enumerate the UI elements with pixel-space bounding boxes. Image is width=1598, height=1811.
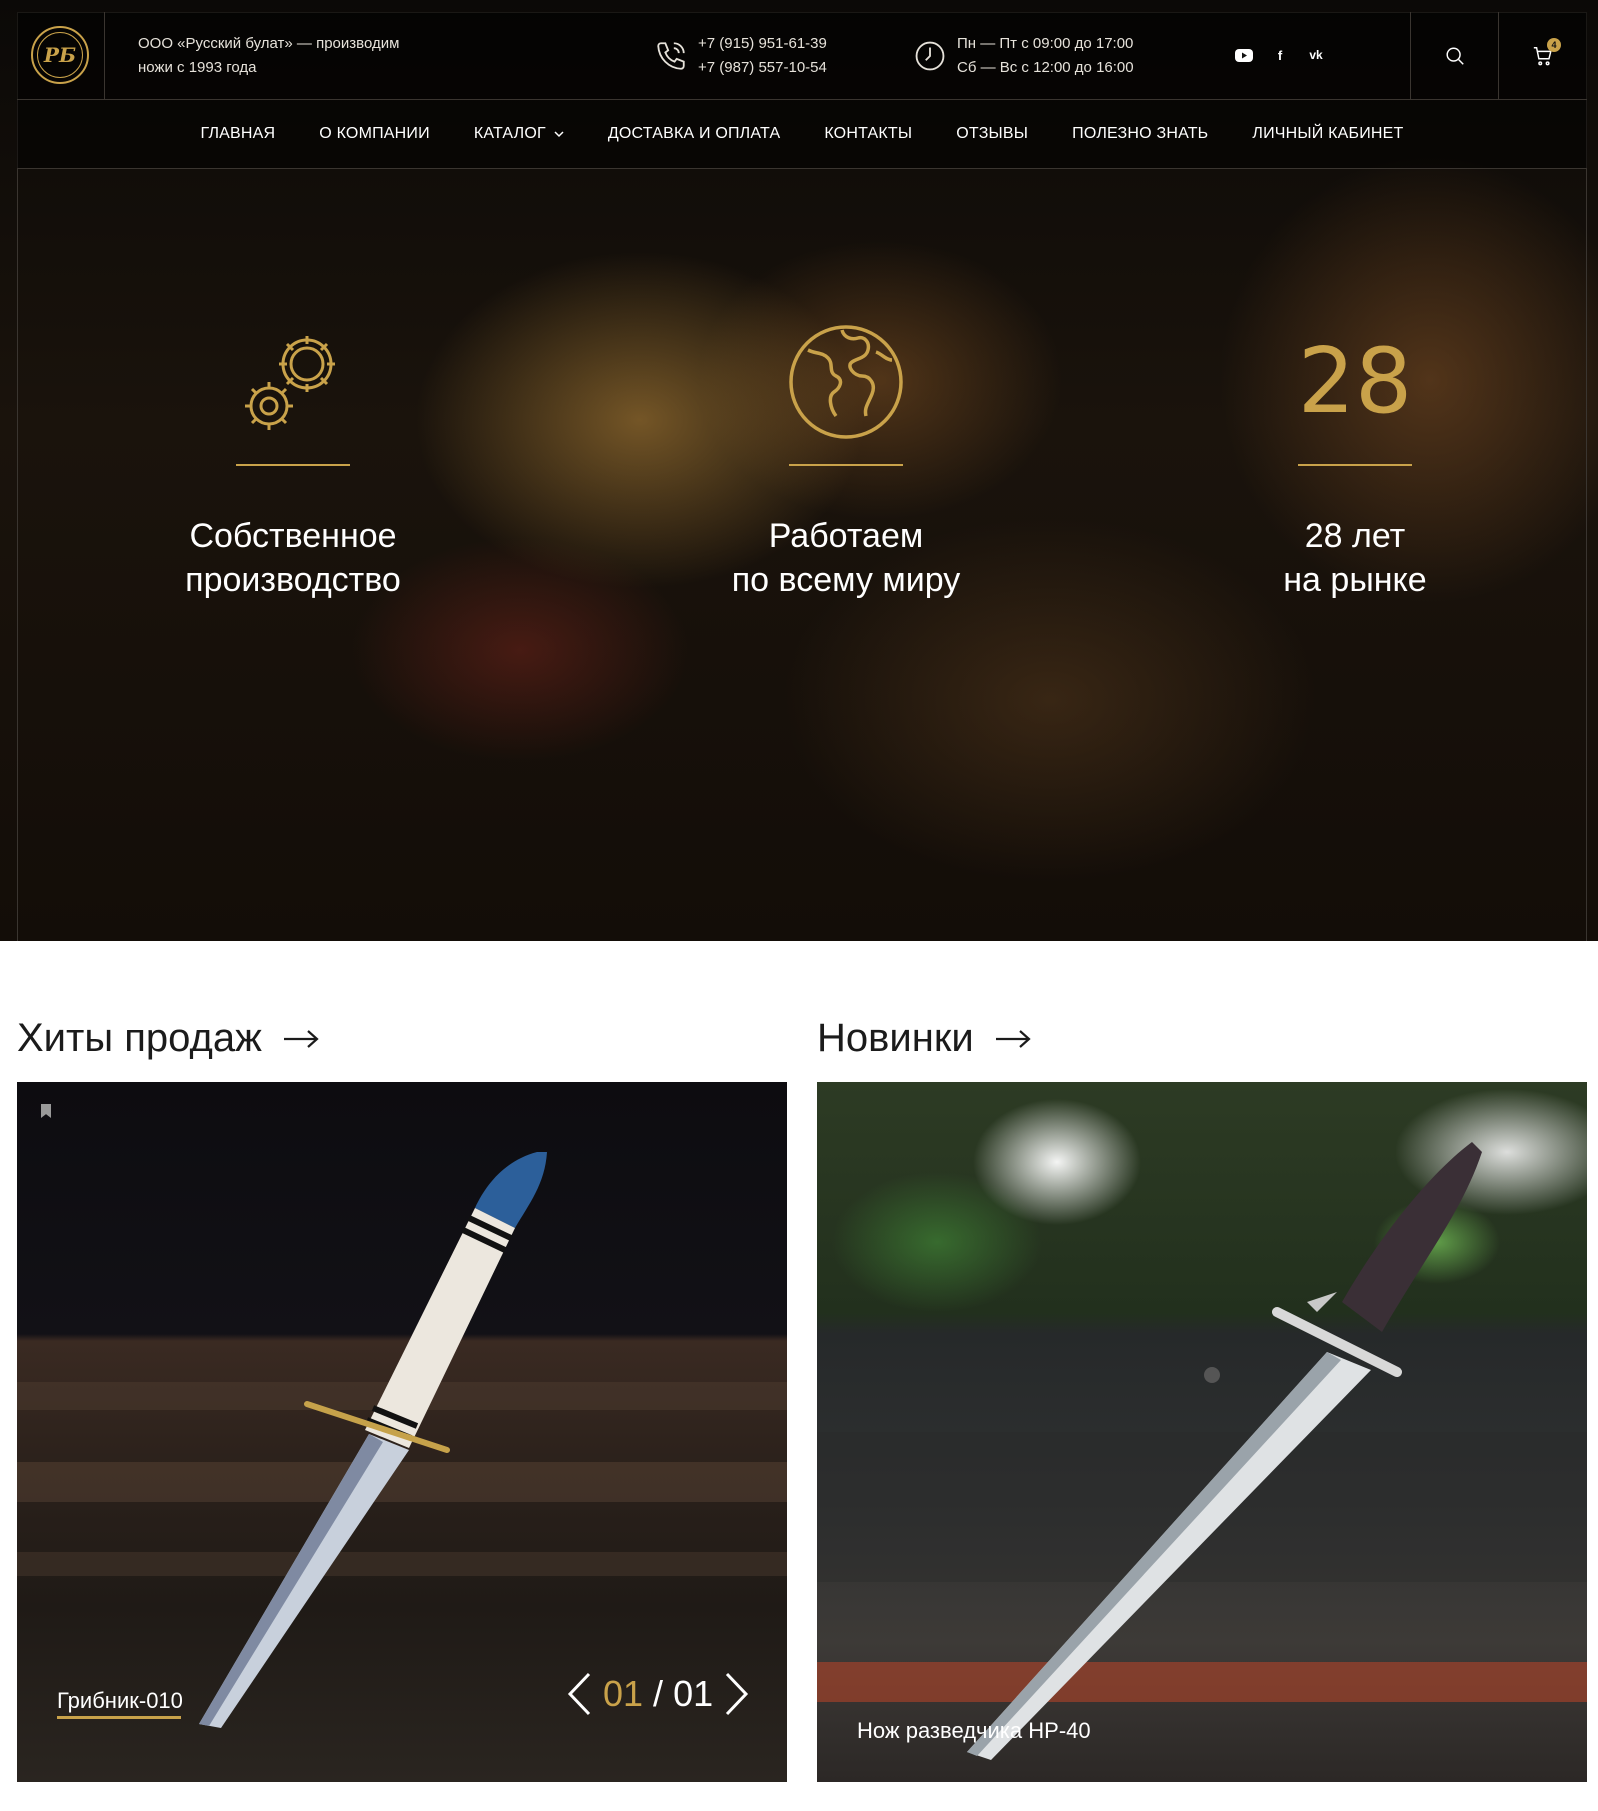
feature-title-line1: Работаем	[768, 517, 924, 555]
features-row: Собственное производство Работаем по все…	[0, 320, 1598, 620]
feature-underline	[236, 464, 350, 466]
new-title-text: Новинки	[817, 1016, 974, 1060]
prev-arrow[interactable]	[565, 1672, 593, 1716]
feature-title-line2: по всему миру	[731, 561, 961, 599]
feature-worldwide: Работаем по всему миру	[666, 320, 1026, 602]
feature-years: 28 28 лет на рынке	[1175, 320, 1535, 602]
clock-icon	[915, 41, 945, 71]
logo-emblem-icon: РБ	[37, 32, 83, 78]
years-number: 28	[1297, 329, 1413, 434]
logo[interactable]: РБ	[31, 26, 89, 84]
hits-section-title[interactable]: Хиты продаж	[17, 1016, 320, 1061]
hours-weekdays: Пн — Пт с 09:00 до 17:00	[957, 35, 1134, 52]
pager-separator: /	[653, 1673, 664, 1714]
social-links: f vk	[1235, 46, 1325, 64]
cart-count-badge: 4	[1547, 38, 1561, 52]
product-card-hit[interactable]: Грибник-010 01 / 01	[17, 1082, 787, 1782]
nav-item-delivery[interactable]: ДОСТАВКА И ОПЛАТА	[586, 125, 802, 143]
arrow-right-icon	[995, 1029, 1031, 1048]
feature-underline	[789, 464, 903, 466]
phone-number-1[interactable]: +7 (915) 951-61-39	[698, 32, 827, 56]
search-button[interactable]	[1411, 12, 1499, 99]
tagline-line1: ООО «Русский булат» — производим	[138, 35, 400, 52]
nav-item-reviews[interactable]: ОТЗЫВЫ	[934, 125, 1050, 143]
product-card-new[interactable]: Нож разведчика НР-40	[817, 1082, 1587, 1782]
feature-title-line2: на рынке	[1283, 561, 1427, 599]
knife-image	[967, 1142, 1482, 1760]
arrow-right-icon	[283, 1029, 319, 1048]
hits-title-text: Хиты продаж	[17, 1016, 262, 1060]
facebook-icon[interactable]: f	[1271, 46, 1289, 64]
phone-number-2[interactable]: +7 (987) 557-10-54	[698, 56, 827, 80]
nav-label: ДОСТАВКА И ОПЛАТА	[607, 125, 781, 142]
feature-title-line2: производство	[185, 561, 401, 599]
gears-icon	[245, 336, 335, 430]
youtube-icon[interactable]	[1235, 46, 1253, 64]
main-nav: ГЛАВНАЯ О КОМПАНИИ КАТАЛОГ ДОСТАВКА И ОП…	[17, 100, 1587, 169]
nav-label: ОТЗЫВЫ	[956, 125, 1029, 142]
nav-item-home[interactable]: ГЛАВНАЯ	[179, 125, 298, 143]
nav-item-contacts[interactable]: КОНТАКТЫ	[802, 125, 934, 143]
product-name-underline	[57, 1716, 181, 1719]
feature-title-line1: Собственное	[189, 517, 397, 555]
header-top: РБ ООО «Русский булат» — производим ножи…	[17, 12, 1587, 100]
product-name-text: Грибник-010	[57, 1688, 183, 1713]
slider-pager: 01 / 01	[565, 1672, 751, 1716]
divider	[104, 12, 105, 99]
product-name-new[interactable]: Нож разведчика НР-40	[857, 1718, 1091, 1744]
feature-title-line1: 28 лет	[1304, 517, 1406, 555]
chevron-left-icon	[567, 1672, 591, 1716]
nav-item-useful[interactable]: ПОЛЕЗНО ЗНАТЬ	[1050, 125, 1230, 143]
hours-weekend: Сб — Вс с 12:00 до 16:00	[957, 59, 1134, 76]
tagline-line2: ножи с 1993 года	[138, 59, 257, 76]
new-section-title[interactable]: Новинки	[817, 1016, 1032, 1061]
nav-item-about[interactable]: О КОМПАНИИ	[297, 125, 452, 143]
vk-icon[interactable]: vk	[1307, 46, 1325, 64]
pager-total: 01	[673, 1673, 714, 1714]
nav-label: КОНТАКТЫ	[824, 125, 913, 142]
company-tagline: ООО «Русский булат» — производим ножи с …	[138, 32, 438, 80]
hero-section: РБ ООО «Русский булат» — производим ножи…	[0, 0, 1598, 941]
nav-label: КАТАЛОГ	[473, 125, 546, 142]
phone-block: +7 (915) 951-61-39 +7 (987) 557-10-54	[654, 32, 827, 80]
nav-label: ПОЛЕЗНО ЗНАТЬ	[1072, 125, 1209, 142]
nav-label: ГЛАВНАЯ	[200, 125, 276, 142]
pager-current: 01	[603, 1673, 644, 1714]
feature-production: Собственное производство	[113, 320, 473, 602]
globe-icon	[789, 325, 903, 439]
feature-underline	[1298, 464, 1412, 466]
nav-item-account[interactable]: ЛИЧНЫЙ КАБИНЕТ	[1230, 125, 1425, 143]
cart-button[interactable]: 4	[1499, 12, 1587, 99]
chevron-down-icon	[554, 130, 564, 137]
nav-label: ЛИЧНЫЙ КАБИНЕТ	[1252, 125, 1404, 142]
phone-icon	[657, 42, 685, 70]
nav-item-catalog[interactable]: КАТАЛОГ	[452, 125, 586, 143]
nav-label: О КОМПАНИИ	[319, 125, 430, 142]
product-name-text: Нож разведчика НР-40	[857, 1718, 1091, 1743]
search-icon	[1446, 46, 1464, 65]
product-name-hit[interactable]: Грибник-010	[57, 1688, 183, 1719]
chevron-right-icon	[726, 1672, 749, 1716]
next-arrow[interactable]	[723, 1672, 751, 1716]
hours-block: Пн — Пт с 09:00 до 17:00 Сб — Вс с 12:00…	[913, 32, 1134, 80]
